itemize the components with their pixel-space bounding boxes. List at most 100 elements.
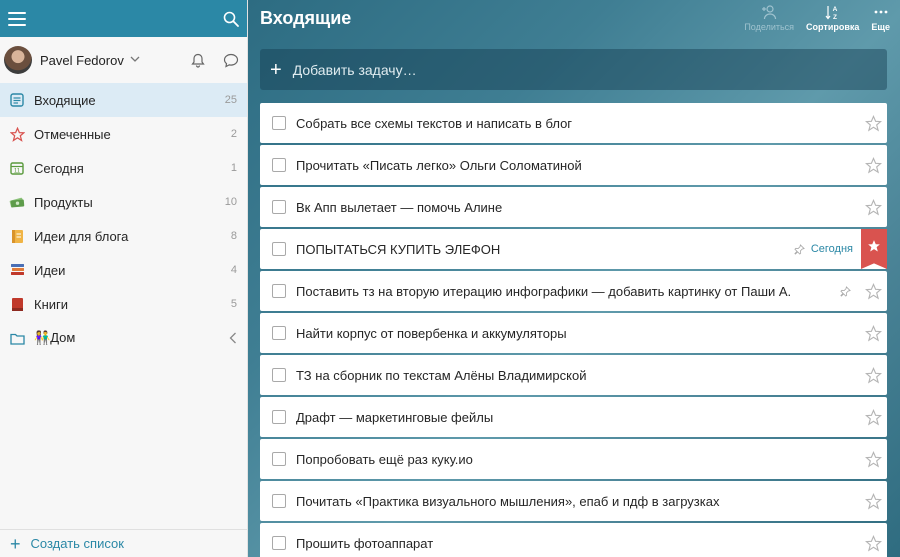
task-title[interactable]: Найти корпус от повербенка и аккумулятор… — [296, 326, 859, 341]
task-list: Собрать все схемы текстов и написать в б… — [260, 103, 887, 557]
sort-button[interactable]: AZ Сортировка — [800, 4, 865, 37]
task-row[interactable]: Прочитать «Писать легко» Ольги Соломатин… — [260, 145, 887, 185]
task-checkbox[interactable] — [272, 368, 286, 382]
sidebar-item-count: 25 — [224, 94, 237, 106]
more-label: Еще — [871, 22, 890, 32]
svg-text:A: A — [832, 6, 837, 13]
calendar-icon: 11 — [9, 160, 25, 176]
task-checkbox[interactable] — [272, 200, 286, 214]
task-row[interactable]: Попробовать ещё раз куку.ио — [260, 439, 887, 479]
star-outline-icon[interactable] — [859, 187, 887, 227]
task-title[interactable]: Попробовать ещё раз куку.ио — [296, 452, 859, 467]
sidebar-item-count: 10 — [224, 196, 237, 208]
star-outline-icon — [9, 126, 25, 142]
star-outline-icon[interactable] — [859, 271, 887, 311]
task-row[interactable]: Собрать все схемы текстов и написать в б… — [260, 103, 887, 143]
menu-icon[interactable] — [8, 11, 26, 26]
task-row[interactable]: Вк Апп вылетает — помочь Алине — [260, 187, 887, 227]
couple-emoji-icon: 👫 — [34, 330, 51, 345]
task-row[interactable]: Поставить тз на вторую итерацию инфограф… — [260, 271, 887, 311]
task-checkbox[interactable] — [272, 494, 286, 508]
sidebar-item-products[interactable]: Продукты 10 — [0, 185, 247, 219]
sidebar-item-inbox[interactable]: Входящие 25 — [0, 83, 247, 117]
task-checkbox[interactable] — [272, 158, 286, 172]
task-due-date: Сегодня — [810, 243, 853, 255]
user-name[interactable]: Pavel Fedorov — [40, 53, 124, 68]
pin-icon — [794, 243, 805, 255]
sidebar-item-label: Идеи для блога — [34, 228, 129, 244]
task-checkbox[interactable] — [272, 536, 286, 550]
star-outline-icon[interactable] — [859, 397, 887, 437]
chat-icon[interactable] — [223, 53, 239, 68]
book-icon — [9, 296, 25, 312]
sort-label: Сортировка — [806, 22, 860, 32]
task-title[interactable]: Поставить тз на вторую итерацию инфограф… — [296, 284, 840, 299]
add-task-placeholder: Добавить задачу… — [292, 61, 417, 78]
star-outline-icon[interactable] — [859, 313, 887, 353]
chevron-left-icon[interactable] — [229, 332, 237, 344]
task-checkbox[interactable] — [272, 452, 286, 466]
task-checkbox[interactable] — [272, 326, 286, 340]
app-window: Pavel Fedorov Входящие 25 Отмеченные 2 1… — [0, 0, 900, 557]
notebook-icon — [9, 228, 25, 244]
sidebar-item-label: 👫Дом — [34, 330, 229, 346]
add-task-input[interactable]: + Добавить задачу… — [260, 49, 887, 90]
bell-icon[interactable] — [191, 53, 205, 68]
task-checkbox[interactable] — [272, 116, 286, 130]
create-list-label: Создать список — [30, 536, 124, 551]
star-outline-icon[interactable] — [859, 481, 887, 521]
sidebar-item-today[interactable]: 11 Сегодня 1 — [0, 151, 247, 185]
plus-icon: + — [10, 533, 21, 554]
sidebar-item-label: Сегодня — [34, 160, 84, 176]
sidebar-item-starred[interactable]: Отмеченные 2 — [0, 117, 247, 151]
share-label: Поделиться — [744, 22, 795, 32]
task-title[interactable]: ТЗ на сборник по текстам Алёны Владимирс… — [296, 368, 859, 383]
sidebar-item-books[interactable]: Книги 5 — [0, 287, 247, 321]
books-icon — [9, 262, 25, 278]
task-title[interactable]: Драфт — маркетинговые фейлы — [296, 410, 859, 425]
star-outline-icon[interactable] — [859, 523, 887, 557]
task-title[interactable]: ПОПЫТАТЬСЯ КУПИТЬ ЭЛЕФОН — [296, 242, 794, 257]
user-bar: Pavel Fedorov — [0, 37, 247, 83]
task-title[interactable]: Вк Апп вылетает — помочь Алине — [296, 200, 859, 215]
star-outline-icon[interactable] — [859, 103, 887, 143]
sidebar-top-bar — [0, 0, 247, 37]
star-outline-icon[interactable] — [859, 145, 887, 185]
task-row[interactable]: ТЗ на сборник по текстам Алёны Владимирс… — [260, 355, 887, 395]
sidebar-item-count: 5 — [230, 298, 237, 310]
more-dots-icon — [873, 4, 889, 20]
star-outline-icon[interactable] — [859, 439, 887, 479]
star-outline-icon[interactable] — [859, 355, 887, 395]
chevron-down-icon[interactable] — [130, 55, 140, 66]
task-row[interactable]: Почитать «Практика визуального мышления»… — [260, 481, 887, 521]
task-meta: Сегодня — [794, 243, 853, 255]
task-title[interactable]: Почитать «Практика визуального мышления»… — [296, 494, 859, 509]
sidebar-item-label: Отмеченные — [34, 126, 111, 142]
sidebar-item-label: Продукты — [34, 194, 93, 210]
task-title[interactable]: Прошить фотоаппарат — [296, 536, 859, 551]
sidebar-list: Входящие 25 Отмеченные 2 11 Сегодня 1 Пр… — [0, 83, 247, 355]
task-checkbox[interactable] — [272, 284, 286, 298]
task-row[interactable]: ПОПЫТАТЬСЯ КУПИТЬ ЭЛЕФОН Сегодня — [260, 229, 887, 269]
star-filled-icon[interactable] — [861, 229, 887, 269]
task-title[interactable]: Прочитать «Писать легко» Ольги Соломатин… — [296, 158, 859, 173]
more-button[interactable]: Еще — [865, 4, 900, 37]
task-row[interactable]: Драфт — маркетинговые фейлы — [260, 397, 887, 437]
svg-text:11: 11 — [14, 169, 21, 175]
svg-text:Z: Z — [833, 14, 837, 20]
plus-icon: + — [270, 58, 282, 81]
task-row[interactable]: Найти корпус от повербенка и аккумулятор… — [260, 313, 887, 353]
sidebar-item-home-folder[interactable]: 👫Дом — [0, 321, 247, 355]
inbox-icon — [9, 92, 25, 108]
search-icon[interactable] — [223, 11, 239, 27]
task-checkbox[interactable] — [272, 410, 286, 424]
sidebar-item-ideas[interactable]: Идеи 4 — [0, 253, 247, 287]
sidebar-item-label: Книги — [34, 296, 69, 312]
sidebar-item-blog-ideas[interactable]: Идеи для блога 8 — [0, 219, 247, 253]
task-title[interactable]: Собрать все схемы текстов и написать в б… — [296, 116, 859, 131]
task-row[interactable]: Прошить фотоаппарат — [260, 523, 887, 557]
task-checkbox[interactable] — [272, 242, 286, 256]
avatar[interactable] — [4, 46, 32, 74]
share-button[interactable]: Поделиться — [738, 4, 800, 37]
create-list-button[interactable]: + Создать список — [0, 529, 247, 557]
